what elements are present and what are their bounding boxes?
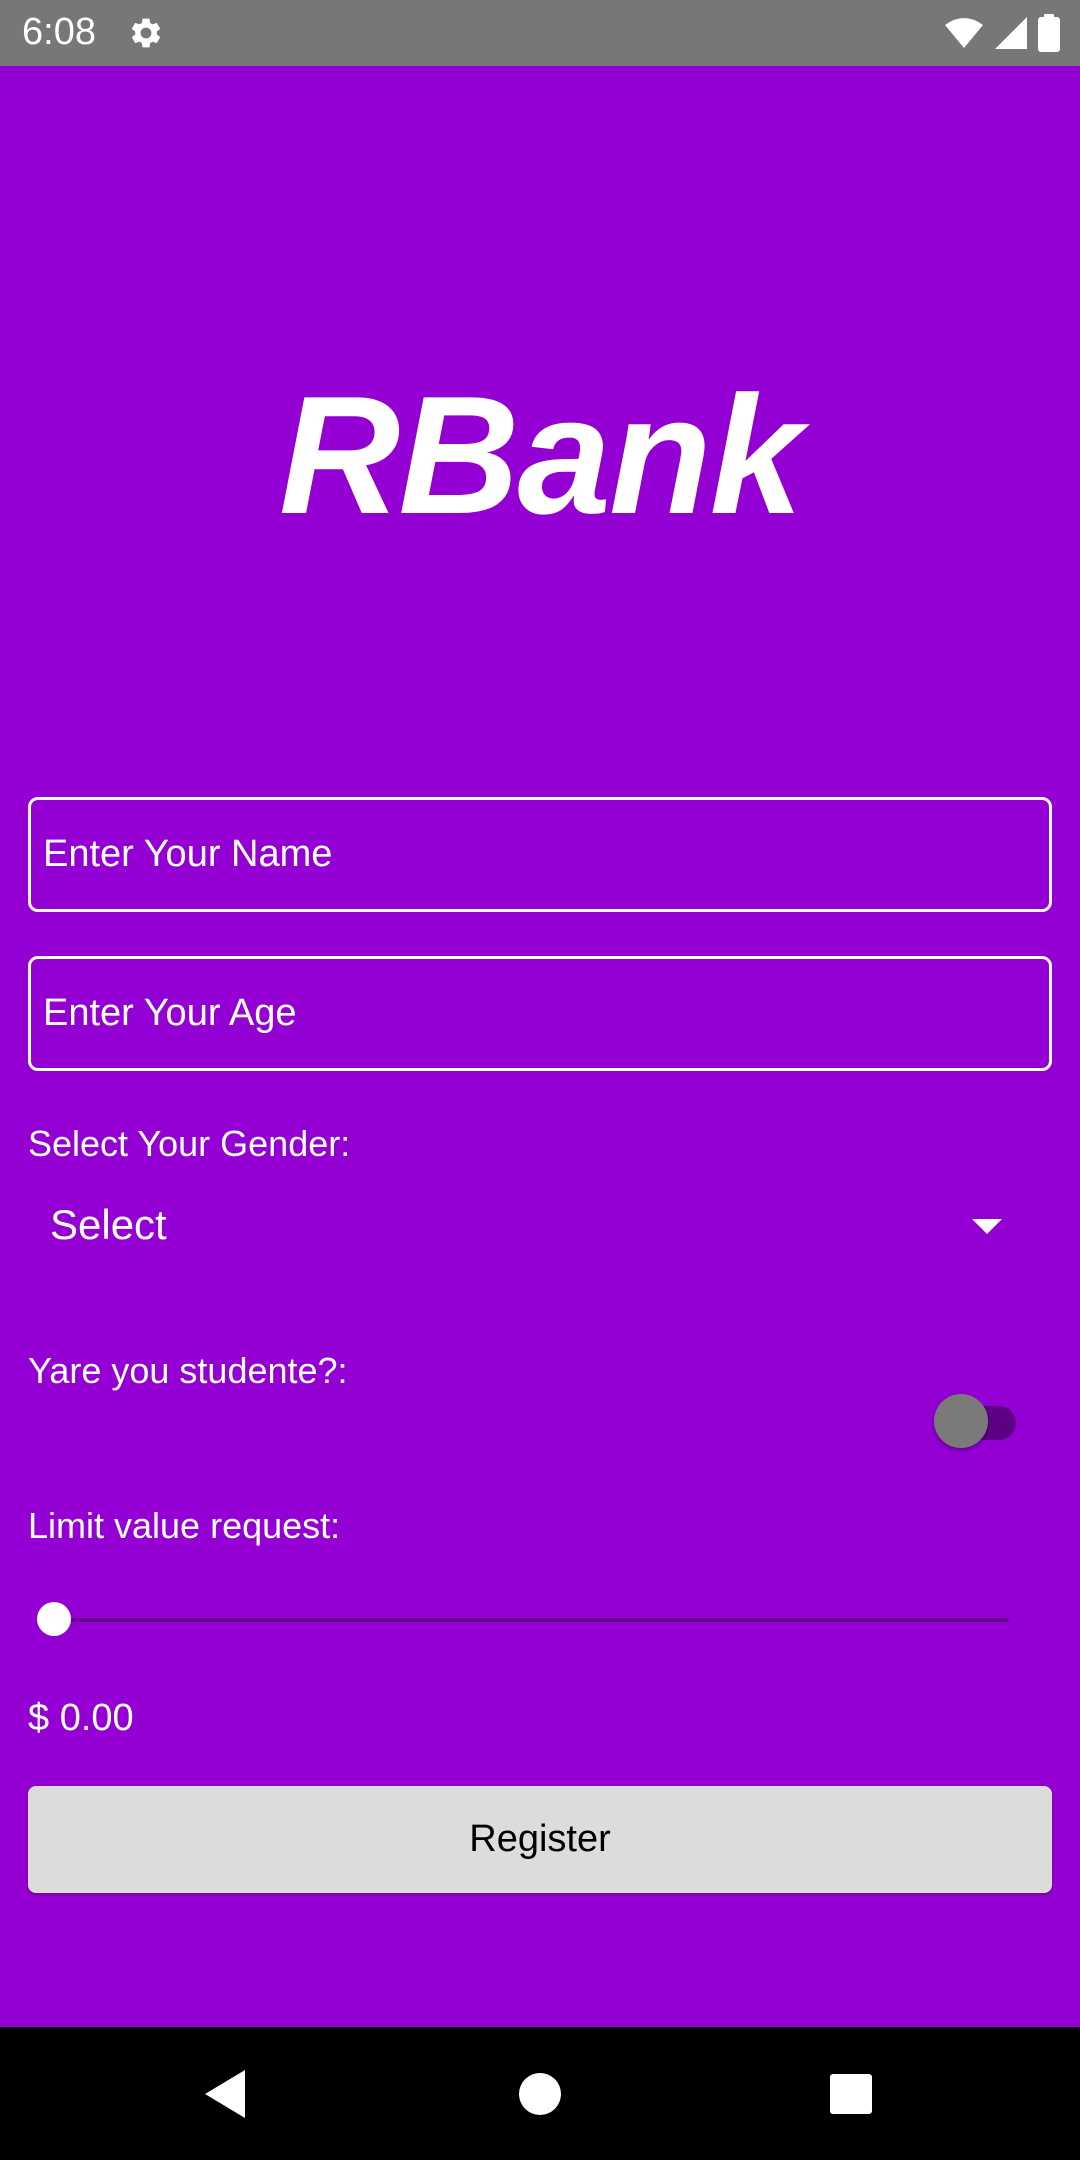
home-button[interactable] — [470, 2027, 610, 2160]
recents-button[interactable] — [781, 2027, 921, 2160]
student-label: Yare you studente?: — [28, 1350, 348, 1391]
back-icon — [205, 2070, 245, 2118]
navigation-bar — [0, 2027, 1080, 2160]
age-input[interactable] — [28, 956, 1052, 1071]
wifi-icon — [945, 18, 983, 48]
gender-label: Select Your Gender: — [28, 1123, 351, 1164]
switch-thumb — [934, 1394, 988, 1448]
slider-thumb[interactable] — [37, 1602, 71, 1636]
name-input[interactable] — [28, 797, 1052, 912]
signal-icon — [995, 17, 1027, 49]
home-icon — [519, 2073, 561, 2115]
register-screen: 6:08 RBank Select Your Gender: Select Ya… — [0, 0, 1080, 2160]
limit-amount: $ 0.00 — [28, 1697, 134, 1739]
battery-icon — [1038, 14, 1060, 52]
limit-slider[interactable] — [37, 1600, 1009, 1640]
back-button[interactable] — [157, 2027, 297, 2160]
recents-icon — [830, 2074, 872, 2114]
slider-track — [70, 1618, 1009, 1622]
student-switch[interactable] — [934, 1389, 1024, 1448]
status-time: 6:08 — [22, 11, 96, 53]
status-bar: 6:08 — [0, 0, 1080, 66]
app-logo: RBank — [278, 361, 803, 549]
limit-label: Limit value request: — [28, 1505, 341, 1546]
gear-icon — [131, 18, 161, 48]
gender-selected-value: Select — [50, 1201, 167, 1248]
dropdown-arrow-icon — [972, 1219, 1002, 1234]
status-icons — [944, 14, 1060, 52]
register-button[interactable]: Register — [28, 1786, 1052, 1893]
gender-select[interactable]: Select — [28, 1185, 1052, 1265]
